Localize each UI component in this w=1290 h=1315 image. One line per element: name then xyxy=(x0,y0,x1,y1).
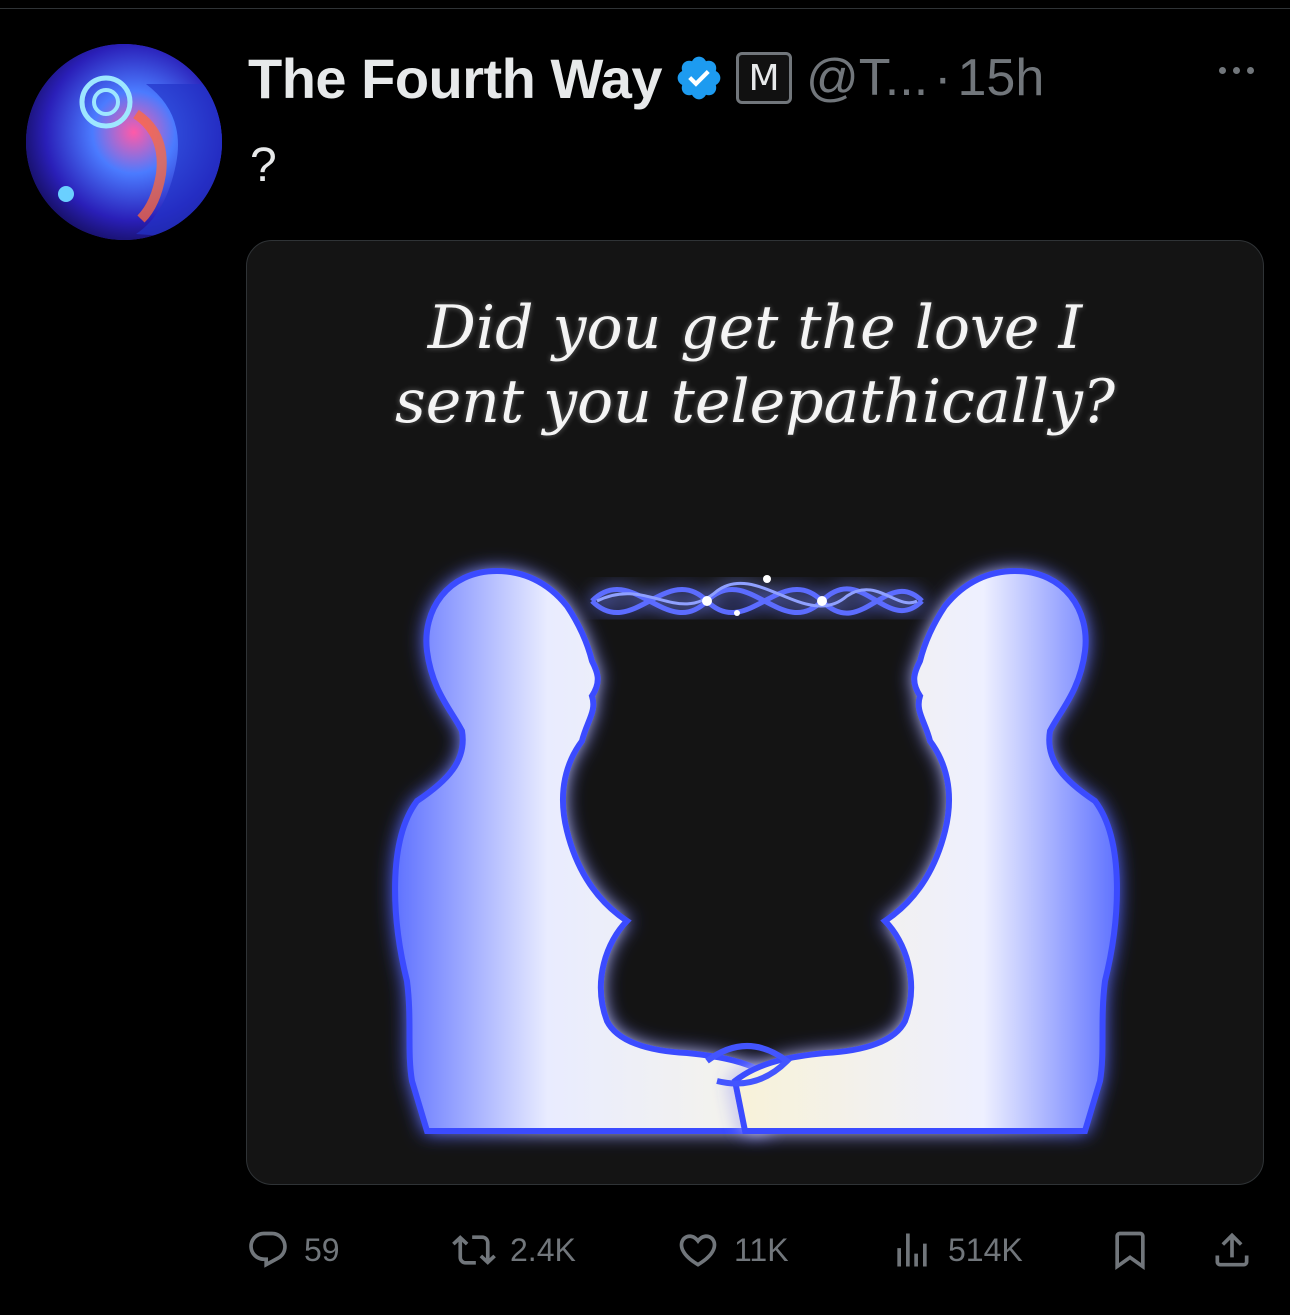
like-icon xyxy=(679,1234,717,1267)
like-button[interactable]: 11K xyxy=(676,1222,789,1278)
bookmark-button[interactable] xyxy=(1108,1222,1152,1278)
views-count: 514K xyxy=(948,1231,1023,1268)
author-name[interactable]: The Fourth Way xyxy=(248,46,663,111)
views-button[interactable]: 514K xyxy=(890,1222,1023,1278)
share-button[interactable] xyxy=(1210,1222,1254,1278)
action-bar: 59 2.4K 11K 514K xyxy=(246,1222,1264,1278)
repost-count: 2.4K xyxy=(510,1231,576,1268)
bookmark-icon xyxy=(1115,1231,1145,1271)
separator-dot: · xyxy=(934,49,952,107)
verified-badge-icon[interactable] xyxy=(674,53,724,103)
media-caption-line-2: sent you telepathically? xyxy=(394,367,1116,437)
affiliate-badge[interactable]: M xyxy=(736,52,793,104)
more-icon[interactable] xyxy=(1204,46,1268,94)
tweet-media[interactable]: Did you get the love I sent you telepath… xyxy=(246,240,1264,1185)
author-handle[interactable]: @T... xyxy=(806,48,928,108)
tweet-header: The Fourth Way M @T... · 15h xyxy=(248,38,1268,118)
timestamp[interactable]: 15h xyxy=(957,48,1044,108)
repost-button[interactable]: 2.4K xyxy=(452,1222,576,1278)
reply-count: 59 xyxy=(304,1231,340,1268)
media-caption: Did you get the love I sent you telepath… xyxy=(247,291,1263,439)
media-caption-line-1: Did you get the love I xyxy=(427,293,1083,363)
repost-icon xyxy=(452,1235,496,1265)
share-icon xyxy=(1215,1232,1249,1267)
avatar[interactable] xyxy=(26,44,222,240)
tweet-text: ? xyxy=(250,139,277,192)
reply-button[interactable]: 59 xyxy=(246,1222,340,1278)
views-icon xyxy=(897,1233,927,1267)
avatar-image xyxy=(26,44,222,240)
like-count: 11K xyxy=(734,1231,789,1268)
tweet[interactable]: The Fourth Way M @T... · 15h ? Did you g… xyxy=(0,0,1290,1315)
reply-icon xyxy=(249,1231,287,1268)
